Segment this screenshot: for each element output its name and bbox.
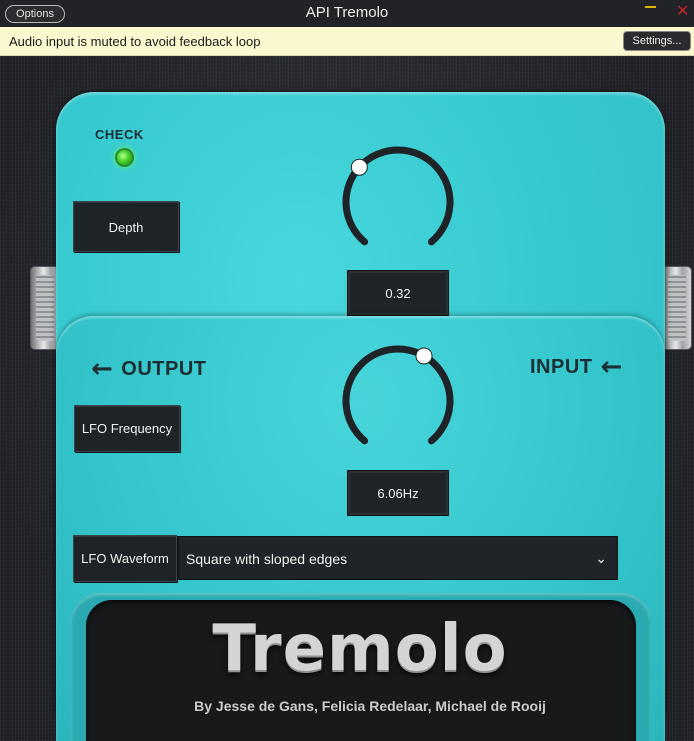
chevron-down-icon: ⌄ xyxy=(595,551,607,567)
lfo-waveform-label: LFO Waveform xyxy=(73,535,177,582)
settings-button[interactable]: Settings... xyxy=(623,31,691,51)
arrow-left-icon: ← xyxy=(91,354,114,384)
notice-bar: Audio input is muted to avoid feedback l… xyxy=(0,27,694,56)
lfo-waveform-select[interactable]: Square with sloped edges ⌄ xyxy=(178,536,618,580)
depth-knob[interactable] xyxy=(336,140,460,264)
output-label: ← OUTPUT xyxy=(91,356,207,382)
lfo-knob-handle xyxy=(415,347,433,365)
input-text: INPUT xyxy=(530,355,593,378)
arrow-left-icon: ← xyxy=(600,352,623,382)
lfo-knob-arc xyxy=(342,345,454,445)
close-icon[interactable]: ✕ xyxy=(676,2,689,20)
brand-logo: Tremolo xyxy=(212,612,508,686)
check-label: CHECK xyxy=(95,127,144,142)
lfo-frequency-value[interactable]: 6.06Hz xyxy=(347,470,449,516)
output-text: OUTPUT xyxy=(121,357,207,380)
depth-value[interactable]: 0.32 xyxy=(347,270,449,316)
lfo-waveform-selected: Square with sloped edges xyxy=(186,551,348,567)
title-bar: Options API Tremolo ✕ xyxy=(0,0,694,27)
input-label: INPUT ← xyxy=(530,354,623,380)
notice-text: Audio input is muted to avoid feedback l… xyxy=(9,34,261,49)
depth-knob-handle xyxy=(350,158,368,176)
lfo-frequency-label: LFO Frequency xyxy=(74,405,180,452)
credits-text: By Jesse de Gans, Felicia Redelaar, Mich… xyxy=(194,698,546,714)
check-led xyxy=(115,148,134,167)
lfo-frequency-knob[interactable] xyxy=(336,339,460,463)
minimize-icon[interactable] xyxy=(645,6,656,8)
depth-label: Depth xyxy=(73,201,179,252)
input-jack xyxy=(662,266,692,350)
window-title: API Tremolo xyxy=(305,4,389,21)
